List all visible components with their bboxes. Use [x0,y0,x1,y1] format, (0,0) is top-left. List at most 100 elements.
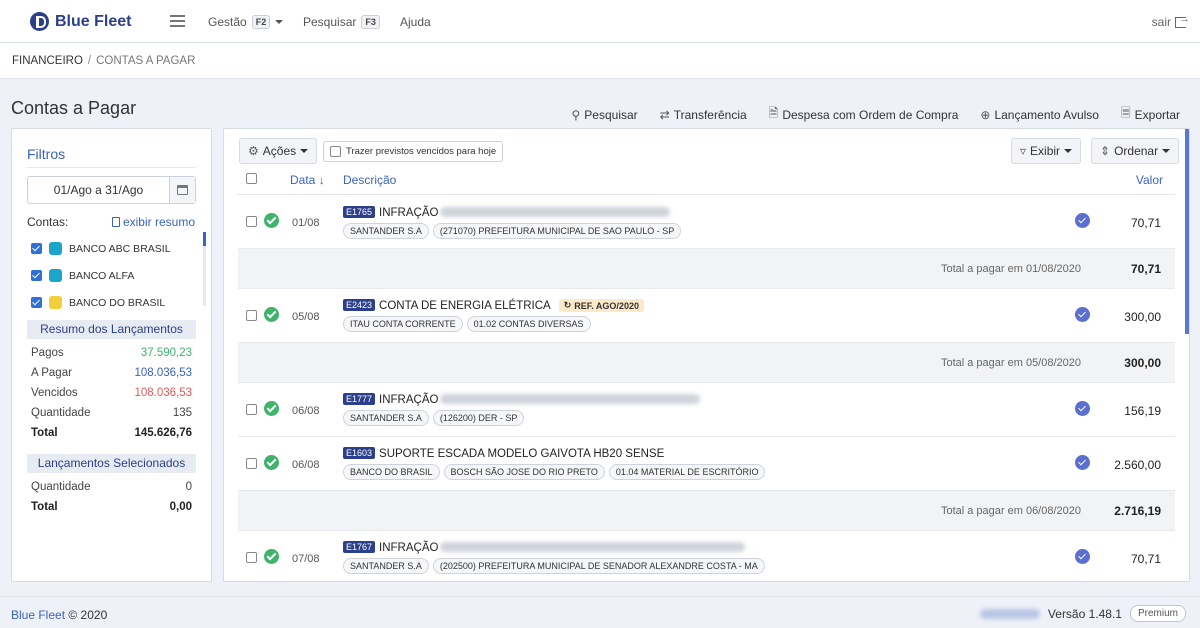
row-description[interactable]: E2423 CONTA DE ENERGIA ELÉTRICA ↻ REF. AGO/… [343,299,644,312]
row-description[interactable]: E1765 INFRAÇÃO [343,206,671,219]
purchase-expense-button[interactable]: 🗎 Despesa com Ordem de Compra [769,104,959,125]
redacted-text [979,608,1040,619]
bank-checkbox[interactable] [31,270,42,281]
verified-icon [1075,455,1090,470]
table-row[interactable]: 07/08 E1767 INFRAÇÃO SANTANDER S.A (202500… [238,531,1175,581]
bank-logo-icon [49,242,62,255]
previstos-toggle[interactable]: Trazer previstos vencidos para hoje [323,141,504,162]
row-checkbox[interactable] [246,310,257,321]
stat-pagos: Pagos 37.590,23 [31,347,192,359]
table-row[interactable]: 06/08 E1603 SUPORTE ESCADA MODELO GAIVOTA… [238,437,1175,491]
paid-check-icon [264,455,279,470]
search-button[interactable]: ⚲ Pesquisar [572,104,638,125]
menu-icon[interactable] [170,15,185,27]
paid-check-icon [264,549,279,564]
nav-pesquisar[interactable]: Pesquisar F3 [303,15,380,29]
logo-icon [30,12,49,31]
actions-dropdown[interactable]: ⚙ Ações [239,138,318,164]
divider [27,167,196,168]
contas-label: Contas: [27,215,69,229]
summary-header: Resumo dos Lançamentos [27,320,196,339]
search-icon: ⚲ [571,107,581,122]
transfer-button[interactable]: ⇄ Transferência [660,104,747,125]
entry-code: E1603 [343,447,376,459]
app-logo[interactable]: Blue Fleet [30,12,131,31]
show-summary-link[interactable]: exibir resumo [111,215,195,229]
selected-total: Total 0,00 [31,501,192,513]
redacted-text [440,207,671,217]
row-value: 70,71 [1130,216,1161,230]
nav-gestao[interactable]: Gestão F2 [208,15,284,29]
table-row[interactable]: 06/08 E1777 INFRAÇÃO SANTANDER S.A (126200… [238,383,1175,437]
bank-item[interactable]: BANCO DO BRASIL [31,296,165,309]
breadcrumb-root[interactable]: FINANCEIRO [12,55,83,67]
shortcut-badge: F2 [251,15,271,29]
bank-checkbox[interactable] [31,297,42,308]
manual-entry-button[interactable]: ⊕ Lançamento Avulso [980,104,1099,125]
app-name: Blue Fleet [55,12,132,30]
row-value: 70,71 [1130,552,1161,566]
row-value: 300,00 [1124,310,1161,324]
gear-icon: ⚙ [248,144,259,158]
verified-icon [1075,401,1090,416]
stat-a-pagar: A Pagar 108.036,53 [31,367,192,379]
entry-code: E1765 [343,206,376,218]
export-button[interactable]: 🗏 Exportar [1121,104,1180,125]
row-tags: SANTANDER S.A (126200) DER - SP [343,410,525,426]
row-date: 06/08 [292,405,320,417]
export-file-icon: 🗏 [1120,106,1131,120]
footer-version: Versão 1.48.1 Premium [978,605,1186,622]
logout-icon [1175,13,1190,28]
breadcrumb: FINANCEIRO / CONTAS A PAGAR [0,43,1200,79]
row-date: 06/08 [292,459,320,471]
date-range-picker[interactable]: 01/Ago a 31/Ago [27,176,196,204]
row-checkbox[interactable] [246,458,257,469]
col-descricao[interactable]: Descrição [343,173,396,187]
sort-icon: ⇕ [1100,144,1111,158]
paid-check-icon [264,213,279,228]
table-row[interactable]: 05/08 E2423 CONTA DE ENERGIA ELÉTRICA ↻ REF… [238,289,1175,343]
paid-check-icon [264,307,279,322]
ordenar-dropdown[interactable]: ⇕ Ordenar [1091,138,1180,164]
logout-link[interactable]: sair [1152,13,1190,30]
select-all-checkbox[interactable] [246,173,257,184]
row-tags: SANTANDER S.A (202500) PREFEITURA MUNICIP… [343,558,765,574]
bank-item[interactable]: BANCO ALFA [31,269,134,282]
refresh-icon: ↻ [563,300,572,310]
col-data[interactable]: Data ↓ [290,173,325,187]
nav-ajuda[interactable]: Ajuda [400,15,431,29]
calendar-icon [177,185,188,195]
row-checkbox[interactable] [246,552,257,563]
date-range-input[interactable]: 01/Ago a 31/Ago [28,177,169,203]
sort-arrow-down-icon: ↓ [318,173,325,187]
page-title: Contas a Pagar [11,98,137,118]
selected-quantidade: Quantidade 0 [31,481,192,493]
bank-checkbox[interactable] [31,243,42,254]
list-scrollbar[interactable] [1185,129,1189,334]
row-checkbox[interactable] [246,404,257,415]
row-value: 2.560,00 [1114,458,1161,472]
day-subtotal: Total a pagar em 06/08/2020 2.716,19 [238,491,1175,531]
row-description[interactable]: E1603 SUPORTE ESCADA MODELO GAIVOTA HB20 … [343,447,664,460]
transfer-icon: ⇄ [659,107,670,122]
table-row[interactable]: 01/08 E1765 INFRAÇÃO SANTANDER S.A (271070… [238,195,1175,249]
day-subtotal: Total a pagar em 05/08/2020 300,00 [238,343,1175,383]
calendar-button[interactable] [169,177,195,203]
chevron-down-icon [1064,149,1073,153]
top-navbar: Blue Fleet Gestão F2 Pesquisar F3 Ajuda … [0,0,1200,43]
scroll-track [203,246,206,306]
row-description[interactable]: E1767 INFRAÇÃO [343,541,746,554]
filters-title: Filtros [27,146,66,162]
row-description[interactable]: E1777 INFRAÇÃO [343,393,701,406]
col-valor[interactable]: Valor [1136,173,1163,187]
row-tags: SANTANDER S.A (271070) PREFEITURA MUNICIP… [343,223,682,239]
bank-list-scrollbar[interactable] [203,232,206,246]
previstos-checkbox[interactable] [330,146,341,157]
exibir-dropdown[interactable]: ▿ Exibir [1011,138,1082,164]
bank-item[interactable]: BANCO ABC BRASIL [31,242,171,255]
chevron-down-icon [275,20,284,24]
row-checkbox[interactable] [246,216,257,227]
reference-badge: ↻ REF. AGO/2020 [558,299,644,312]
stat-vencidos: Vencidos 108.036,53 [31,387,192,399]
verified-icon [1075,549,1090,564]
